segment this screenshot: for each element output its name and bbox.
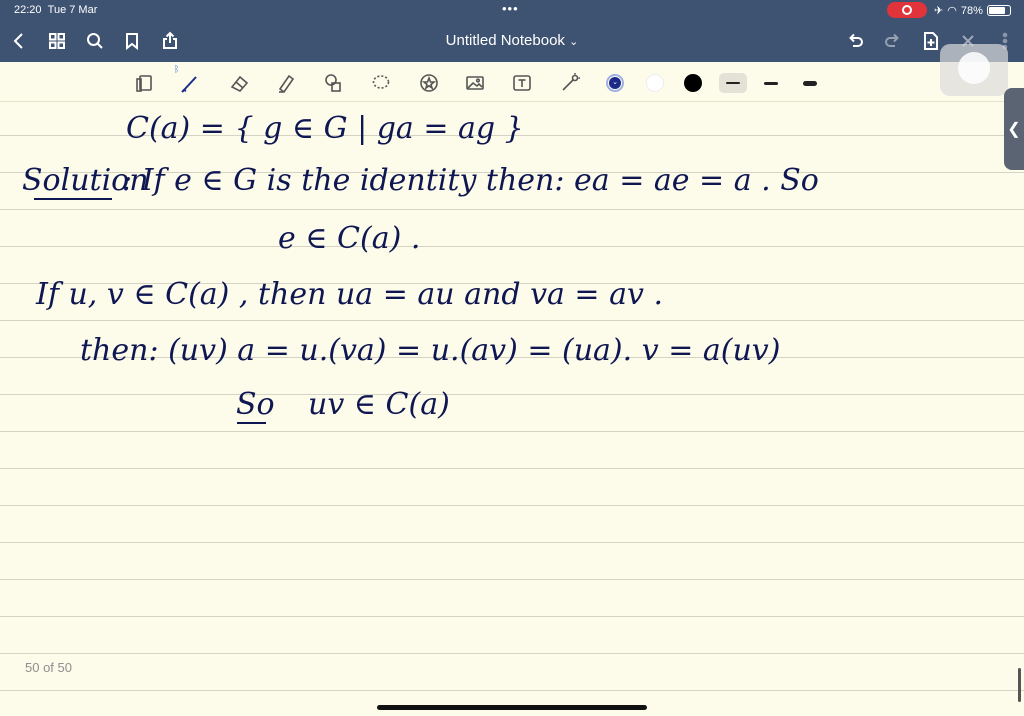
shapes-tool[interactable]: [320, 70, 346, 96]
airplane-mode-icon: ✈: [934, 5, 944, 17]
laser-pointer-icon: [562, 73, 580, 91]
color-swatch-blue[interactable]: ⌄: [606, 74, 624, 92]
sticker-tool[interactable]: [416, 70, 442, 96]
status-date: Tue 7 Mar: [47, 4, 98, 16]
handwritten-notes: C(a) = { g ∈ G | ga = ag } Solution : If…: [22, 111, 819, 424]
eraser-icon: [230, 75, 249, 92]
laser-tool[interactable]: [557, 70, 583, 96]
note-so-label: So: [236, 387, 275, 422]
medium-stroke-icon: [764, 81, 778, 85]
note-line-6: uv ∈ C(a): [308, 387, 450, 422]
search-icon: [87, 33, 103, 49]
chevron-left-icon: [13, 33, 23, 49]
side-panel-handle[interactable]: ❮: [1004, 88, 1024, 170]
share-icon: [163, 31, 177, 49]
note-line-2: : If e ∈ G is the identity then: ea = ae…: [122, 163, 819, 198]
nav-bar: Untitled Notebook ⌄: [0, 26, 1024, 58]
battery-icon: [986, 5, 1011, 16]
selected-color-check-icon: ⌄: [609, 77, 621, 89]
share-button[interactable]: [157, 28, 183, 54]
note-line-4: If u, v ∈ C(a) , then ua = au and va = a…: [35, 277, 663, 312]
highlighter-tool[interactable]: [273, 70, 299, 96]
stroke-size-medium[interactable]: [759, 73, 783, 93]
screen-recording-icon[interactable]: [887, 2, 927, 18]
camera-overlay: [940, 44, 1008, 96]
notebook-title-button[interactable]: Untitled Notebook ⌄: [446, 32, 579, 49]
pen-icon: [181, 76, 197, 93]
battery-percent: 78%: [960, 4, 983, 17]
notebook-page[interactable]: C(a) = { g ∈ G | ga = ag } Solution : If…: [0, 102, 1024, 716]
app-header: 22:20 Tue 7 Mar ••• ✈ ◠ 78% Untitled Not…: [0, 0, 1024, 62]
grid-view-button[interactable]: [44, 28, 70, 54]
sticker-icon: [420, 74, 438, 92]
back-button[interactable]: [6, 28, 32, 54]
highlighter-icon: [278, 74, 295, 94]
redo-button[interactable]: [880, 28, 906, 54]
pages-tool[interactable]: [131, 70, 157, 96]
pen-tool[interactable]: ᛒ: [174, 64, 203, 96]
note-line-1: C(a) = { g ∈ G | ga = ag }: [126, 111, 524, 146]
add-page-icon: [924, 32, 938, 50]
text-icon: [513, 75, 531, 91]
redo-icon: [885, 33, 899, 47]
lasso-tool[interactable]: [368, 70, 394, 96]
image-tool[interactable]: [462, 70, 488, 96]
pages-icon: [136, 75, 152, 92]
shapes-icon: [325, 74, 341, 92]
undo-icon: [849, 33, 863, 47]
thin-stroke-icon: [726, 82, 740, 84]
color-swatch-black[interactable]: [684, 74, 702, 92]
drawing-toolbar: ᛒ ⌄: [0, 62, 1024, 102]
note-line-5: then: (uv) a = u.(va) = u.(av) = (ua). v…: [80, 333, 780, 368]
note-line-3: e ∈ C(a) .: [278, 221, 420, 256]
image-icon: [466, 76, 484, 90]
wifi-icon: ◠: [947, 5, 957, 17]
bookmark-button[interactable]: [119, 28, 145, 54]
status-time: 22:20 Tue 7 Mar: [14, 4, 98, 16]
status-bar: 22:20 Tue 7 Mar ••• ✈ ◠ 78%: [0, 0, 1024, 20]
text-tool[interactable]: [509, 70, 535, 96]
eraser-tool[interactable]: [226, 70, 252, 96]
undo-button[interactable]: [842, 28, 868, 54]
color-swatch-white[interactable]: [646, 74, 664, 92]
bookmark-icon: [126, 33, 138, 51]
scrollbar[interactable]: [1018, 668, 1021, 702]
chevron-left-icon: ❮: [1007, 121, 1021, 138]
bluetooth-icon: ᛒ: [174, 64, 180, 74]
notebook-title: Untitled Notebook ⌄: [0, 32, 1024, 49]
home-indicator[interactable]: [377, 705, 647, 710]
stroke-size-small[interactable]: [719, 73, 747, 93]
chevron-down-icon: ⌄: [569, 36, 579, 48]
stroke-size-large[interactable]: [797, 73, 823, 93]
notebook-title-label: Untitled Notebook: [445, 32, 565, 49]
multitasking-dots-icon[interactable]: •••: [502, 1, 519, 16]
lasso-icon: [372, 75, 390, 89]
grid-icon: [49, 33, 65, 49]
status-right: ✈ ◠ 78%: [934, 4, 1011, 17]
thick-stroke-icon: [803, 80, 817, 86]
search-button[interactable]: [82, 28, 108, 54]
page-counter: 50 of 50: [25, 660, 72, 675]
